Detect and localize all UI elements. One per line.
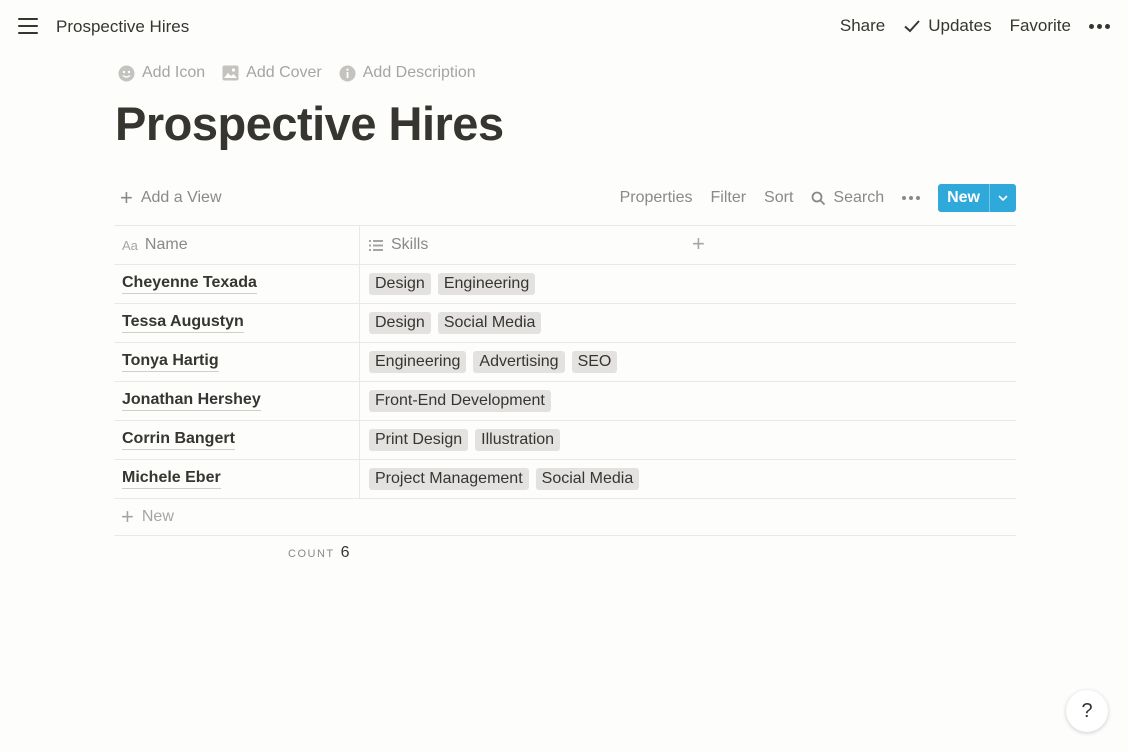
toolbar-actions: Properties Filter Sort Search New: [602, 184, 1016, 212]
name-text[interactable]: Tonya Hartig: [122, 352, 219, 372]
info-icon: [339, 65, 356, 81]
share-button[interactable]: Share: [840, 16, 885, 36]
add-view-label: Add a View: [140, 189, 222, 206]
view-more-icon[interactable]: [902, 196, 921, 200]
count-summary[interactable]: COUNT 6: [288, 544, 350, 562]
name-cell[interactable]: Michele Eber: [114, 460, 360, 498]
skill-tag: Social Media: [535, 468, 640, 490]
name-cell[interactable]: Tonya Hartig: [114, 343, 360, 381]
column-header-name[interactable]: Aa Name: [114, 226, 360, 264]
skills-cell[interactable]: Project Management Social Media: [360, 460, 1016, 498]
table-row[interactable]: Tonya Hartig Engineering Advertising SEO: [114, 342, 1016, 381]
hamburger-menu-icon[interactable]: [18, 18, 38, 36]
count-label: COUNT: [288, 548, 335, 560]
skill-tag: Project Management: [369, 468, 529, 490]
plus-icon: +: [121, 504, 134, 529]
table-body: Cheyenne Texada Design Engineering Tessa Au…: [114, 264, 1016, 498]
add-row-button[interactable]: + New: [114, 498, 1016, 536]
search-label: Search: [833, 189, 885, 206]
add-view-button[interactable]: + Add a View: [120, 185, 222, 210]
search-button[interactable]: Search: [811, 189, 884, 207]
table-row[interactable]: Michele Eber Project Management Social Med…: [114, 459, 1016, 498]
chevron-down-icon[interactable]: [989, 184, 1016, 212]
column-header-skills[interactable]: Skills: [360, 226, 1016, 264]
add-icon-button[interactable]: Add Icon: [118, 64, 205, 82]
skills-cell[interactable]: Design Social Media: [360, 304, 1016, 342]
search-icon: [811, 191, 826, 205]
add-cover-button[interactable]: Add Cover: [222, 64, 322, 82]
add-row-label: New: [141, 508, 174, 525]
skills-cell[interactable]: Design Engineering: [360, 265, 1016, 303]
skills-cell[interactable]: Print Design Illustration: [360, 421, 1016, 459]
name-cell[interactable]: Cheyenne Texada: [114, 265, 360, 303]
table-row[interactable]: Tessa Augustyn Design Social Media: [114, 303, 1016, 342]
breadcrumb-page-title[interactable]: Prospective Hires: [56, 17, 189, 37]
top-bar: Prospective Hires Share Updates Favorite: [0, 0, 1128, 54]
table-row[interactable]: Corrin Bangert Print Design Illustration: [114, 420, 1016, 459]
name-cell[interactable]: Jonathan Hershey: [114, 382, 360, 420]
help-button[interactable]: ?: [1066, 690, 1108, 732]
name-text[interactable]: Cheyenne Texada: [122, 274, 257, 294]
check-icon: [904, 20, 920, 33]
add-column-plus-icon[interactable]: +: [692, 233, 705, 255]
page-title[interactable]: Prospective Hires: [115, 96, 504, 151]
name-cell[interactable]: Tessa Augustyn: [114, 304, 360, 342]
list-icon: [369, 239, 383, 251]
name-text[interactable]: Jonathan Hershey: [122, 391, 261, 411]
updates-button[interactable]: Updates: [903, 16, 992, 36]
skill-tag: Advertising: [473, 351, 565, 373]
column-label: Skills: [391, 236, 429, 253]
name-text[interactable]: Tessa Augustyn: [122, 313, 244, 333]
skill-tag: Engineering: [369, 351, 467, 373]
skill-tag: Print Design: [369, 429, 469, 451]
sort-button[interactable]: Sort: [764, 189, 793, 207]
skill-tag: Design: [369, 273, 431, 295]
skill-tag: Engineering: [437, 273, 536, 295]
table-header-row: Aa Name Skills +: [114, 225, 1016, 264]
skill-tag: Social Media: [437, 312, 542, 334]
skill-tag: Illustration: [475, 429, 561, 451]
new-button-group: New: [938, 184, 1016, 212]
name-cell[interactable]: Corrin Bangert: [114, 421, 360, 459]
skill-tag: SEO: [571, 351, 618, 373]
updates-label: Updates: [928, 16, 992, 35]
view-toolbar: + Add a View Properties Filter Sort Sear…: [114, 182, 1016, 214]
name-text[interactable]: Corrin Bangert: [122, 430, 235, 450]
add-description-button[interactable]: Add Description: [339, 64, 476, 82]
image-icon: [222, 65, 239, 81]
filter-button[interactable]: Filter: [710, 189, 746, 207]
skills-cell[interactable]: Front-End Development: [360, 382, 1016, 420]
name-text[interactable]: Michele Eber: [122, 469, 221, 489]
text-type-icon: Aa: [122, 237, 138, 253]
page-controls: Add Icon Add Cover Add Description: [118, 64, 493, 82]
add-icon-label: Add Icon: [142, 64, 206, 81]
plus-icon: +: [120, 185, 133, 210]
table-row[interactable]: Jonathan Hershey Front-End Development: [114, 381, 1016, 420]
more-options-icon[interactable]: [1089, 23, 1110, 29]
properties-button[interactable]: Properties: [620, 189, 693, 207]
column-label: Name: [144, 236, 188, 253]
count-value: 6: [340, 544, 350, 561]
skill-tag: Front-End Development: [369, 390, 551, 412]
skills-cell[interactable]: Engineering Advertising SEO: [360, 343, 1016, 381]
add-cover-label: Add Cover: [246, 64, 322, 81]
smiley-icon: [118, 65, 135, 81]
top-actions: Share Updates Favorite: [822, 16, 1110, 36]
favorite-button[interactable]: Favorite: [1010, 16, 1071, 36]
table-row[interactable]: Cheyenne Texada Design Engineering: [114, 264, 1016, 303]
new-button[interactable]: New: [938, 184, 989, 212]
skill-tag: Design: [369, 312, 431, 334]
database-table: Aa Name Skills + Cheyenne Texada Design En…: [114, 225, 1016, 536]
add-description-label: Add Description: [362, 64, 476, 81]
